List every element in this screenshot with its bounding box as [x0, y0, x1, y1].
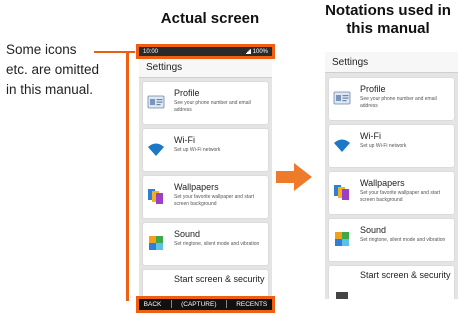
wifi-icon: [148, 143, 164, 156]
settings-item-wifi[interactable]: Wi-Fi Set up Wi-Fi network: [329, 125, 454, 167]
screen-lock-icon: [336, 292, 348, 299]
settings-item-description: See your phone number and email address: [174, 100, 251, 113]
manual-phone-screen: Settings Profile See your phone number a…: [325, 52, 458, 299]
page-title: Settings: [332, 56, 369, 68]
settings-item-description: Set ringtone, silent mode and vibration: [360, 237, 446, 243]
settings-item-label: Sound: [174, 229, 201, 239]
settings-app-bar: Settings: [325, 52, 458, 73]
settings-item-label: Start screen & security: [360, 270, 451, 280]
settings-item-description: Set your favorite wallpaper and start sc…: [174, 194, 255, 207]
wallpaper-icon: [334, 185, 349, 200]
settings-item-wifi[interactable]: Wi-Fi Set up Wi-Fi network: [143, 129, 268, 171]
profile-card-icon: [333, 91, 351, 105]
settings-item-label: Wi-Fi: [360, 131, 381, 141]
note-line-3: in this manual.: [6, 82, 94, 97]
actual-phone-screen: 10:00 100% Settings Profile See your pho…: [139, 46, 272, 310]
sound-icon: [335, 232, 349, 246]
arrow-right-icon: [276, 163, 312, 191]
note-line-2: etc. are omitted: [6, 62, 100, 77]
settings-item-label: Wallpapers: [174, 182, 219, 192]
actual-screen-title: Actual screen: [160, 10, 260, 27]
settings-item-label: Wi-Fi: [174, 135, 195, 145]
settings-list: Profile See your phone number and email …: [329, 78, 454, 299]
settings-item-description: Set ringtone, silent mode and vibration: [174, 241, 260, 247]
page-title: Settings: [146, 61, 183, 73]
omitted-icons-note: Some icons etc. are omitted in this manu…: [6, 40, 121, 100]
settings-item-description: Set your favorite wallpaper and start sc…: [360, 190, 441, 203]
settings-item-sound[interactable]: Sound Set ringtone, silent mode and vibr…: [329, 219, 454, 261]
note-line-1: Some icons: [6, 42, 77, 57]
settings-item-label: Sound: [360, 225, 387, 235]
sound-icon: [149, 236, 163, 250]
navigation-bar-highlight: [136, 296, 275, 313]
settings-item-profile[interactable]: Profile See your phone number and email …: [143, 82, 268, 124]
settings-item-wallpapers[interactable]: Wallpapers Set your favorite wallpaper a…: [329, 172, 454, 214]
settings-item-label: Profile: [174, 88, 200, 98]
annotation-bracket: [126, 52, 136, 301]
settings-item-wallpapers[interactable]: Wallpapers Set your favorite wallpaper a…: [143, 176, 268, 218]
manual-title-line-1: Notations used in: [325, 2, 451, 19]
manual-notation-title: Notations used in this manual: [318, 2, 458, 38]
wifi-icon: [334, 139, 350, 152]
settings-list: Profile See your phone number and email …: [143, 82, 268, 310]
manual-title-line-2: this manual: [346, 20, 430, 37]
profile-card-icon: [147, 95, 165, 109]
settings-item-label: Wallpapers: [360, 178, 405, 188]
settings-item-start-screen[interactable]: Start screen & security: [329, 266, 454, 299]
settings-item-description: See your phone number and email address: [360, 96, 437, 109]
status-bar-highlight: [136, 44, 275, 59]
settings-item-description: Set up Wi-Fi network: [360, 143, 407, 149]
wallpaper-icon: [148, 189, 163, 204]
settings-item-label: Profile: [360, 84, 386, 94]
settings-item-description: Set up Wi-Fi network: [174, 147, 221, 153]
settings-app-bar: Settings: [139, 57, 272, 78]
settings-item-sound[interactable]: Sound Set ringtone, silent mode and vibr…: [143, 223, 268, 265]
settings-item-profile[interactable]: Profile See your phone number and email …: [329, 78, 454, 120]
settings-item-label: Start screen & security: [174, 274, 265, 284]
